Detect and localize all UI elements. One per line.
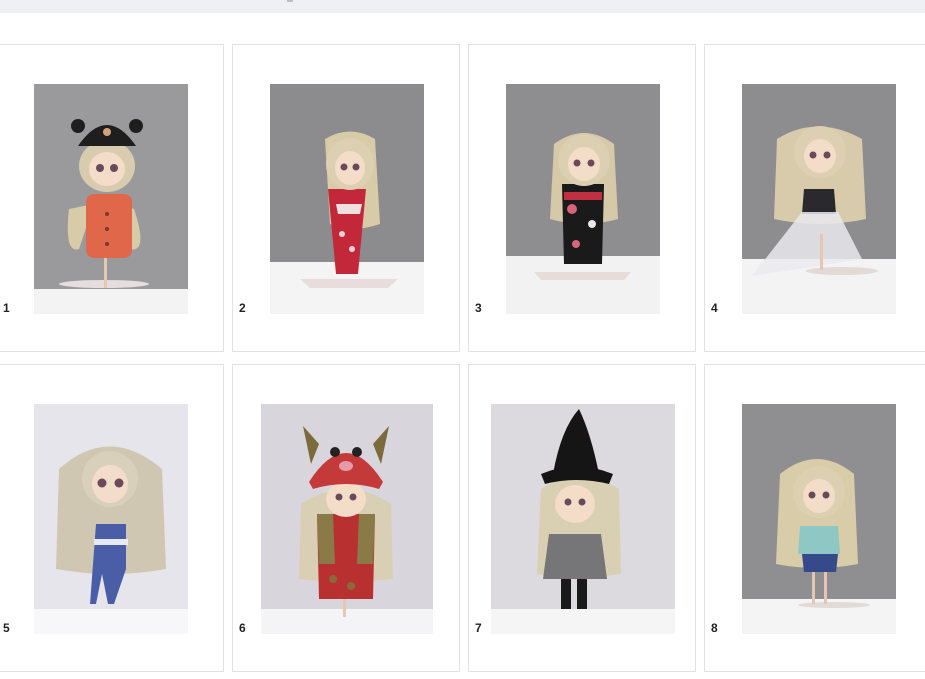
top-bar xyxy=(0,0,925,13)
doll-white-dress-image xyxy=(742,84,896,314)
doll-photo-6[interactable] xyxy=(261,404,433,634)
doll-photo-3[interactable] xyxy=(506,84,660,314)
item-number: 1 xyxy=(3,301,10,315)
gallery-card-4[interactable]: 4 xyxy=(704,44,925,352)
doll-photo-7[interactable] xyxy=(491,404,675,634)
item-number: 3 xyxy=(475,301,482,315)
gallery-card-6[interactable]: 6 xyxy=(232,364,460,672)
top-bar-mark xyxy=(287,0,293,2)
item-number: 5 xyxy=(3,621,10,635)
doll-black-kimono-image xyxy=(506,84,660,314)
doll-orange-coat-image xyxy=(34,84,188,314)
item-number: 8 xyxy=(711,621,718,635)
doll-mint-top-image xyxy=(742,404,896,634)
item-number: 2 xyxy=(239,301,246,315)
doll-red-kimono-image xyxy=(270,84,424,314)
gallery-card-5[interactable]: 5 xyxy=(0,364,224,672)
doll-photo-1[interactable] xyxy=(34,84,188,314)
gallery-card-1[interactable]: 1 xyxy=(0,44,224,352)
doll-grey-coat-image xyxy=(491,404,675,634)
doll-blue-overalls-image xyxy=(34,404,188,634)
gallery-card-2[interactable]: 2 xyxy=(232,44,460,352)
item-number: 4 xyxy=(711,301,718,315)
doll-red-knit-image xyxy=(261,404,433,634)
item-number: 6 xyxy=(239,621,246,635)
item-number: 7 xyxy=(475,621,482,635)
gallery-card-7[interactable]: 7 xyxy=(468,364,696,672)
doll-photo-4[interactable] xyxy=(742,84,896,314)
gallery-card-8[interactable]: 8 xyxy=(704,364,925,672)
doll-photo-8[interactable] xyxy=(742,404,896,634)
gallery-card-3[interactable]: 3 xyxy=(468,44,696,352)
doll-photo-2[interactable] xyxy=(270,84,424,314)
doll-photo-5[interactable] xyxy=(34,404,188,634)
